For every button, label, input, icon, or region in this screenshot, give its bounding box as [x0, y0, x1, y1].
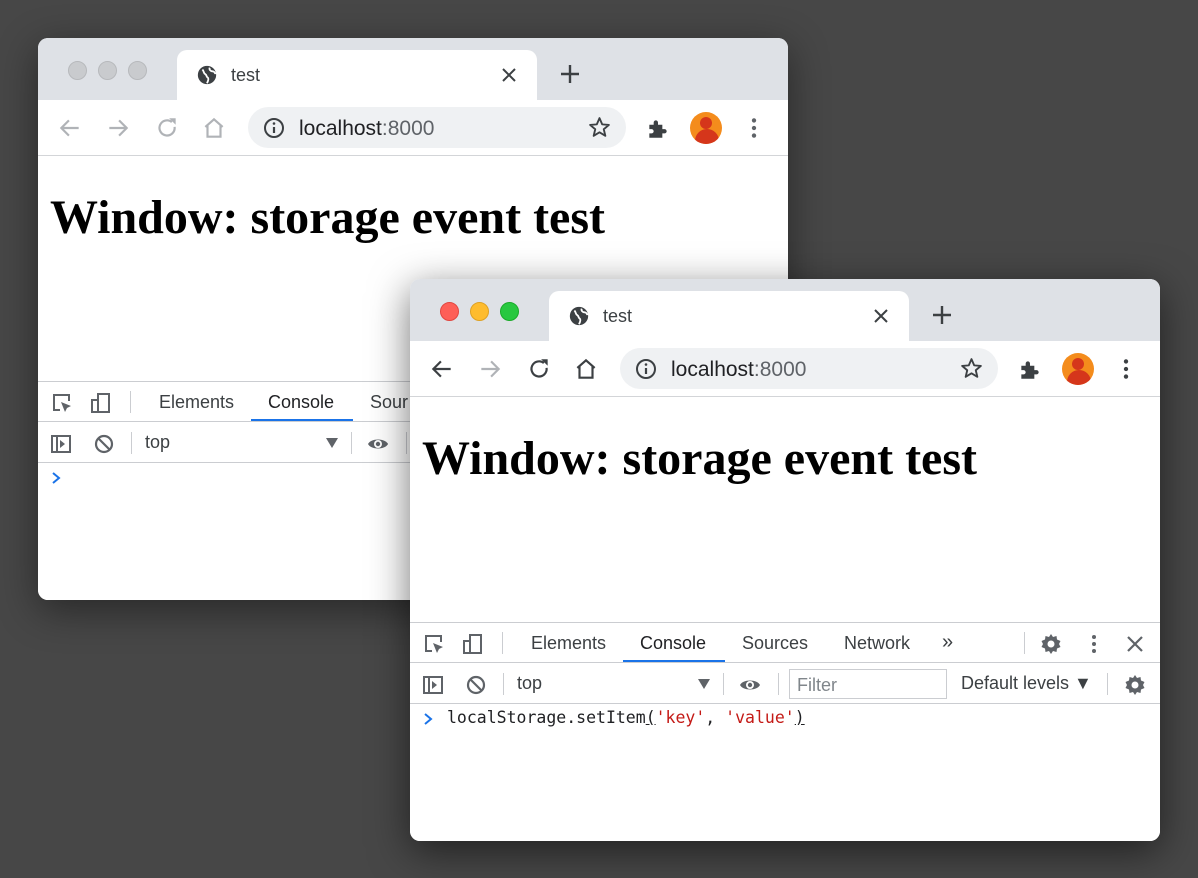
- extensions-icon[interactable]: [645, 115, 671, 141]
- tab-console[interactable]: Console: [640, 633, 706, 654]
- separator: [1107, 673, 1108, 695]
- separator: [1024, 632, 1025, 654]
- page-heading: Window: storage event test: [422, 432, 978, 485]
- tab-elements[interactable]: Elements: [531, 633, 606, 654]
- eye-icon[interactable]: [366, 432, 390, 456]
- reload-icon[interactable]: [526, 356, 552, 382]
- address-bar[interactable]: localhost:8000: [248, 107, 626, 148]
- active-tab-indicator: [251, 419, 353, 421]
- new-tab-icon[interactable]: [930, 303, 954, 327]
- star-icon[interactable]: [959, 356, 984, 381]
- devtools-tab-bar: Elements Console Sources Network »: [410, 623, 1160, 663]
- sidebar-icon[interactable]: [421, 673, 445, 697]
- devtools-panel: Elements Console Sources Network » top F…: [410, 622, 1160, 841]
- traffic-lights: [440, 302, 519, 321]
- browser-toolbar: localhost:8000: [410, 341, 1160, 397]
- reload-icon[interactable]: [154, 115, 180, 141]
- inspect-icon[interactable]: [422, 632, 446, 656]
- tab-strip: test: [38, 38, 788, 102]
- extensions-icon[interactable]: [1017, 356, 1043, 382]
- chevron-down-icon[interactable]: [698, 679, 710, 689]
- more-tabs-button[interactable]: »: [942, 631, 953, 654]
- browser-toolbar: localhost:8000: [38, 100, 788, 156]
- close-icon[interactable]: [869, 304, 893, 328]
- forward-icon[interactable]: [105, 115, 131, 141]
- separator: [723, 673, 724, 695]
- browser-window-front: test localhost:8000 Window: storage even…: [410, 279, 1160, 841]
- filter-input[interactable]: Filter: [789, 669, 947, 699]
- chevron-down-icon[interactable]: [326, 438, 338, 448]
- minimize-window-button[interactable]: [470, 302, 489, 321]
- avatar[interactable]: [1062, 353, 1094, 385]
- tab-title: test: [603, 306, 633, 326]
- address-bar[interactable]: localhost:8000: [620, 348, 998, 389]
- tab-elements[interactable]: Elements: [159, 392, 234, 413]
- close-icon[interactable]: [1123, 632, 1147, 656]
- settings-icon[interactable]: [1039, 632, 1063, 656]
- tab-strip: test: [410, 279, 1160, 343]
- tab-title: test: [231, 65, 261, 85]
- console-prompt-line[interactable]: localStorage.setItem('key', 'value'): [410, 704, 1160, 734]
- separator: [778, 673, 779, 695]
- log-levels-dropdown[interactable]: Default levels ▼: [961, 673, 1092, 694]
- clear-console-icon[interactable]: [92, 432, 116, 456]
- active-tab-indicator: [623, 660, 725, 662]
- close-window-button[interactable]: [68, 61, 87, 80]
- separator: [406, 432, 407, 454]
- info-icon[interactable]: [262, 116, 286, 140]
- zoom-window-button[interactable]: [128, 61, 147, 80]
- context-selector[interactable]: top: [145, 432, 170, 453]
- avatar[interactable]: [690, 112, 722, 144]
- console-toolbar: top Filter Default levels ▼: [410, 664, 1160, 704]
- more-vert-icon[interactable]: [1082, 632, 1106, 656]
- separator: [503, 673, 504, 695]
- tab-console[interactable]: Console: [268, 392, 334, 413]
- settings-icon[interactable]: [1123, 673, 1147, 697]
- page-heading: Window: storage event test: [50, 191, 606, 244]
- close-window-button[interactable]: [440, 302, 459, 321]
- sidebar-icon[interactable]: [49, 432, 73, 456]
- tab-network[interactable]: Network: [844, 633, 910, 654]
- zoom-window-button[interactable]: [500, 302, 519, 321]
- globe-icon: [569, 306, 589, 326]
- separator: [130, 391, 131, 413]
- prompt-icon: [52, 472, 61, 484]
- back-icon[interactable]: [57, 115, 83, 141]
- minimize-window-button[interactable]: [98, 61, 117, 80]
- back-icon[interactable]: [429, 356, 455, 382]
- separator: [502, 632, 503, 654]
- home-icon[interactable]: [573, 356, 599, 382]
- tab-sources[interactable]: Sources: [742, 633, 808, 654]
- separator: [351, 432, 352, 454]
- home-icon[interactable]: [201, 115, 227, 141]
- context-selector[interactable]: top: [517, 673, 542, 694]
- new-tab-icon[interactable]: [558, 62, 582, 86]
- device-toggle-icon[interactable]: [461, 632, 485, 656]
- globe-icon: [197, 65, 217, 85]
- traffic-lights: [68, 61, 147, 80]
- separator: [131, 432, 132, 454]
- console-input-code[interactable]: localStorage.setItem('key', 'value'): [447, 708, 805, 727]
- tab-sources[interactable]: Sour: [370, 392, 408, 413]
- url-text: localhost:8000: [299, 117, 435, 140]
- device-toggle-icon[interactable]: [89, 391, 113, 415]
- info-icon[interactable]: [634, 357, 658, 381]
- url-text: localhost:8000: [671, 358, 807, 381]
- star-icon[interactable]: [587, 115, 612, 140]
- browser-tab[interactable]: test: [177, 50, 537, 102]
- close-icon[interactable]: [497, 63, 521, 87]
- inspect-icon[interactable]: [50, 391, 74, 415]
- browser-tab[interactable]: test: [549, 291, 909, 343]
- clear-console-icon[interactable]: [464, 673, 488, 697]
- more-vert-icon[interactable]: [741, 115, 767, 141]
- forward-icon[interactable]: [477, 356, 503, 382]
- more-vert-icon[interactable]: [1113, 356, 1139, 382]
- prompt-icon: [424, 713, 433, 725]
- eye-icon[interactable]: [738, 673, 762, 697]
